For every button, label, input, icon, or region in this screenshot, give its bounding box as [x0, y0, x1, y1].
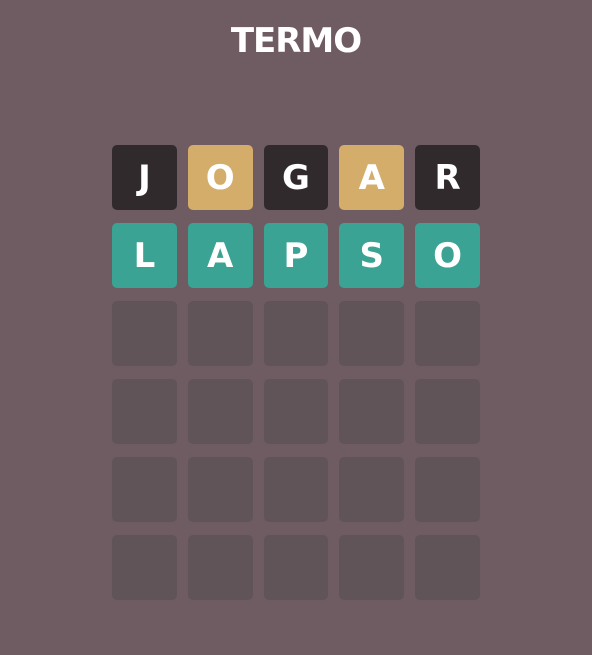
board-row-1: J O G A R	[112, 145, 480, 210]
tile-empty[interactable]	[187, 535, 253, 600]
tile-empty[interactable]	[112, 379, 177, 444]
board-row-4	[112, 379, 480, 444]
tile-o-correct[interactable]: O	[415, 223, 480, 288]
board-row-5	[112, 457, 480, 522]
board-row-6	[112, 535, 480, 600]
tile-a-present[interactable]: A	[339, 145, 405, 210]
tile-empty[interactable]	[112, 301, 177, 366]
game-title: TERMO	[230, 21, 362, 61]
tile-empty[interactable]	[415, 379, 480, 444]
tile-empty[interactable]	[415, 301, 480, 366]
tile-empty[interactable]	[112, 535, 177, 600]
tile-p-correct[interactable]: P	[263, 223, 329, 288]
tile-empty[interactable]	[187, 301, 253, 366]
board-row-3	[112, 301, 480, 366]
tile-empty[interactable]	[339, 535, 405, 600]
tile-empty[interactable]	[339, 379, 405, 444]
tile-empty[interactable]	[187, 457, 253, 522]
tile-o-present[interactable]: O	[187, 145, 253, 210]
tile-g-absent[interactable]: G	[263, 145, 329, 210]
tile-empty[interactable]	[112, 457, 177, 522]
game-board: J O G A R L A P S O	[112, 145, 480, 613]
header: TERMO	[0, 16, 592, 66]
tile-r-absent[interactable]: R	[415, 145, 480, 210]
tile-empty[interactable]	[339, 457, 405, 522]
tile-empty[interactable]	[339, 301, 405, 366]
tile-empty[interactable]	[415, 535, 480, 600]
tile-s-correct[interactable]: S	[339, 223, 405, 288]
tile-j-absent[interactable]: J	[112, 145, 177, 210]
tile-empty[interactable]	[263, 457, 329, 522]
tile-empty[interactable]	[263, 379, 329, 444]
board-row-2: L A P S O	[112, 223, 480, 288]
tile-l-correct[interactable]: L	[112, 223, 177, 288]
tile-a-correct[interactable]: A	[187, 223, 253, 288]
tile-empty[interactable]	[263, 535, 329, 600]
tile-empty[interactable]	[263, 301, 329, 366]
tile-empty[interactable]	[187, 379, 253, 444]
tile-empty[interactable]	[415, 457, 480, 522]
